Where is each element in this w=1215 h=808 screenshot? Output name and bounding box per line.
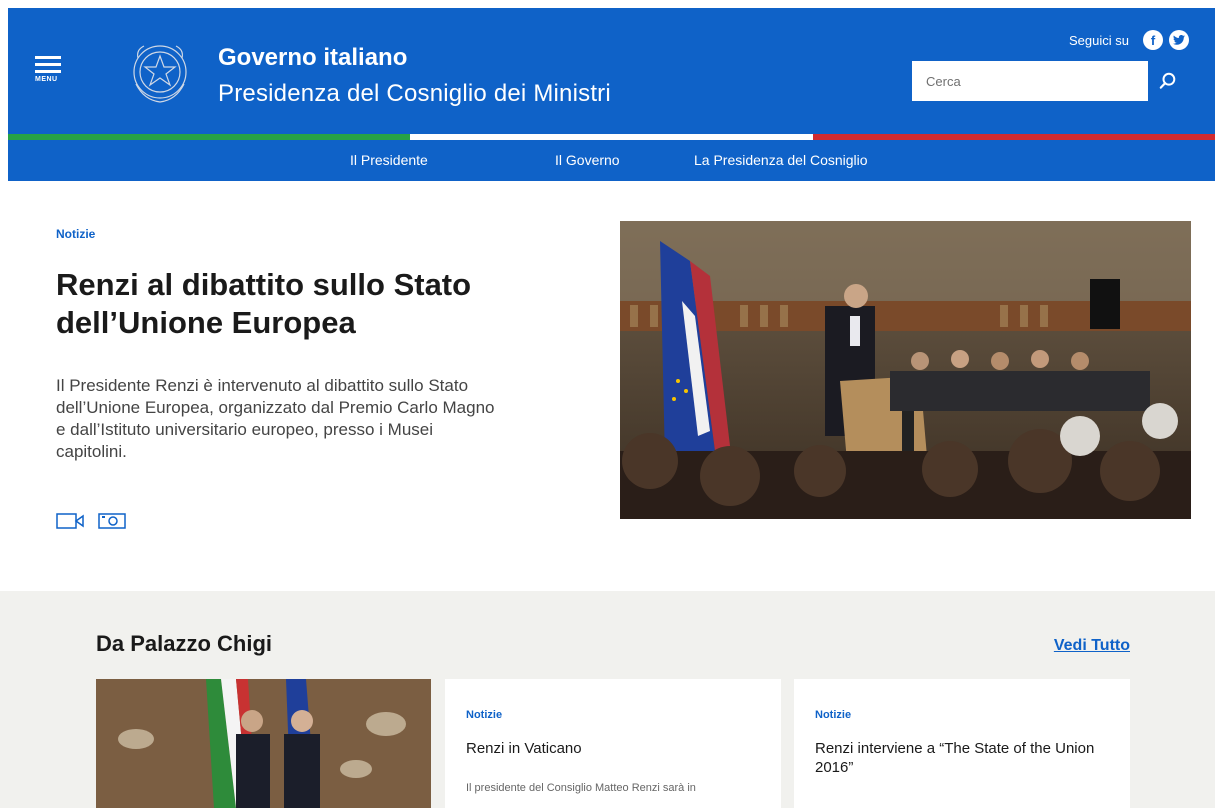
site-subtitle[interactable]: Presidenza del Cosniglio dei Ministri xyxy=(218,80,611,108)
nav-item-presidente[interactable]: Il Presidente xyxy=(350,140,428,181)
hamburger-bar xyxy=(35,63,61,66)
site-title[interactable]: Governo italiano xyxy=(218,44,407,72)
search-box xyxy=(912,61,1188,101)
follow-label: Seguici su xyxy=(1069,32,1129,48)
menu-label: MENU xyxy=(35,76,58,83)
facebook-icon[interactable]: f xyxy=(1143,30,1163,50)
photo-icon[interactable] xyxy=(98,512,126,530)
site-header: MENU Governo italiano Presidenza del Cos… xyxy=(8,8,1215,181)
card-title[interactable]: Renzi interviene a “The State of the Uni… xyxy=(815,739,1115,777)
nav-item-presidenza[interactable]: La Presidenza del Cosniglio xyxy=(694,140,868,181)
hero-title[interactable]: Renzi al dibattito sullo Stato dell’Unio… xyxy=(56,266,526,342)
main-nav: Il Presidente Il Governo La Presidenza d… xyxy=(8,140,1215,181)
social-links: Seguici su f xyxy=(1069,30,1189,50)
card-photo-illustration xyxy=(96,679,431,808)
hero-category[interactable]: Notizie xyxy=(56,227,95,241)
twitter-bird-icon xyxy=(1173,35,1185,45)
menu-button[interactable]: MENU xyxy=(35,56,63,92)
search-button[interactable] xyxy=(1148,61,1188,101)
republic-emblem-icon xyxy=(133,45,187,103)
palazzo-chigi-section: Da Palazzo Chigi Vedi Tutto Notizie Renz… xyxy=(0,591,1215,808)
card-category[interactable]: Notizie xyxy=(815,709,851,721)
card-description: Il presidente del Consiglio Matteo Renzi… xyxy=(466,782,696,794)
twitter-icon[interactable] xyxy=(1169,30,1189,50)
search-input[interactable] xyxy=(912,61,1148,101)
card-category[interactable]: Notizie xyxy=(466,709,502,721)
hero-photo-illustration xyxy=(620,221,1191,519)
hero-media-icons xyxy=(56,512,126,530)
video-icon[interactable] xyxy=(56,512,88,530)
news-card[interactable]: Notizie Renzi in Vaticano Il presidente … xyxy=(445,679,781,808)
card-title[interactable]: Renzi in Vaticano xyxy=(466,739,766,758)
hamburger-icon xyxy=(35,56,61,59)
hero-description: Il Presidente Renzi è intervenuto al dib… xyxy=(56,376,495,461)
featured-card-photo[interactable] xyxy=(96,679,431,808)
hamburger-bar xyxy=(35,70,61,73)
news-card[interactable]: Notizie Renzi interviene a “The State of… xyxy=(794,679,1130,808)
hero-photo[interactable] xyxy=(620,221,1191,519)
nav-item-governo[interactable]: Il Governo xyxy=(555,140,620,181)
section-title: Da Palazzo Chigi xyxy=(96,631,273,656)
see-all-link[interactable]: Vedi Tutto xyxy=(1054,637,1130,655)
search-icon xyxy=(1159,72,1176,89)
